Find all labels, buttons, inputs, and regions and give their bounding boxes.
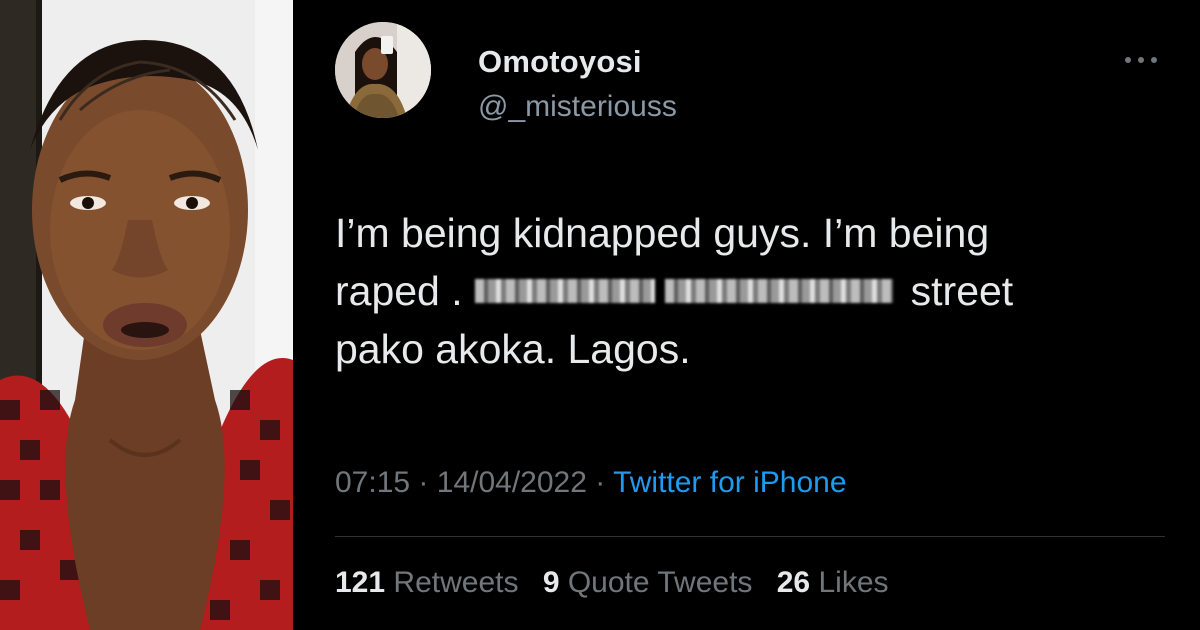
tweet-text-line-1: I’m being kidnapped guys. I’m being [335,210,990,256]
tweet-text-line-3: pako akoka. Lagos. [335,326,691,372]
redacted-address-blur [474,279,655,304]
retweets-count: 121 [335,566,386,599]
tweet-text: I’m being kidnapped guys. I’m being rape… [335,204,1175,378]
meta-separator-1: · [418,466,429,499]
tweet-time[interactable]: 07:15 [335,466,410,499]
retweets-stat[interactable]: 121 Retweets [335,566,518,599]
likes-label: Likes [818,566,889,599]
tweet-text-line-2-start: raped . [335,268,463,314]
quote-tweets-count: 9 [542,566,560,599]
meta-separator-2: · [595,466,606,499]
redacted-street-blur [664,279,893,304]
news-image-canvas: Omotoyosi @_misteriouss I’m being kidnap… [0,0,1200,630]
likes-count: 26 [776,566,811,599]
tweet-stats: 121 Retweets 9 Quote Tweets 26 Likes [335,566,905,600]
quote-tweets-stat[interactable]: 9 Quote Tweets [543,566,753,599]
tweet-source-link[interactable]: Twitter for iPhone [613,466,846,499]
tweet-date[interactable]: 14/04/2022 [437,466,587,499]
author-handle[interactable]: @_misteriouss [478,90,677,124]
author-display-name[interactable]: Omotoyosi [478,44,642,80]
more-options-icon[interactable] [1121,48,1161,72]
likes-stat[interactable]: 26 Likes [777,566,889,599]
woman-photo [0,0,293,630]
divider [335,536,1165,537]
tweet-text-line-2: raped . street [335,262,1175,320]
tweet-text-line-2-end: street [910,268,1014,314]
tweet-card: Omotoyosi @_misteriouss I’m being kidnap… [293,0,1200,630]
tweet-meta: 07:15 · 14/04/2022 · Twitter for iPhone [335,466,847,500]
quote-tweets-label: Quote Tweets [567,566,753,599]
retweets-label: Retweets [393,566,519,599]
author-avatar[interactable] [335,22,431,118]
